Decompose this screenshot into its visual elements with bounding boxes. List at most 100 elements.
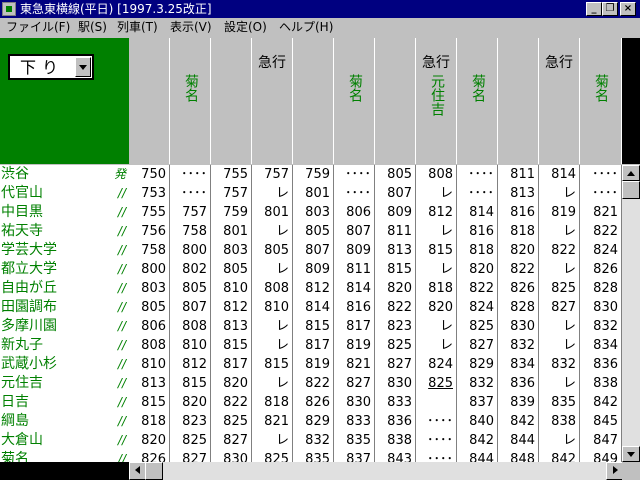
time-cell[interactable]: ････ — [334, 165, 374, 184]
time-cell[interactable]: 806 — [129, 317, 169, 336]
time-cell[interactable]: 832 — [457, 374, 497, 393]
time-cell[interactable]: レ — [416, 317, 456, 336]
time-cell[interactable]: 805 — [293, 222, 333, 241]
app-icon[interactable] — [2, 2, 16, 16]
time-cell[interactable]: 803 — [129, 279, 169, 298]
time-cell[interactable]: 818 — [457, 241, 497, 260]
train-header-column[interactable] — [293, 38, 334, 164]
time-cell[interactable]: 827 — [457, 336, 497, 355]
time-cell[interactable]: 801 — [211, 222, 251, 241]
time-cell[interactable]: 820 — [498, 241, 538, 260]
horizontal-scrollbar[interactable] — [129, 462, 624, 480]
time-cell[interactable]: 830 — [498, 317, 538, 336]
time-cell[interactable]: 759 — [211, 203, 251, 222]
time-cell[interactable]: 818 — [416, 279, 456, 298]
train-header-column[interactable] — [211, 38, 252, 164]
time-cell[interactable]: 826 — [129, 450, 169, 462]
time-cell[interactable]: 827 — [170, 450, 210, 462]
train-header-column[interactable]: 菊名 — [580, 38, 622, 164]
time-cell[interactable]: レ — [539, 184, 579, 203]
time-cell[interactable]: 827 — [211, 431, 251, 450]
time-cell[interactable]: 834 — [498, 355, 538, 374]
time-cell[interactable]: 828 — [580, 279, 621, 298]
time-cell[interactable]: 826 — [293, 393, 333, 412]
station-row[interactable]: 祐天寺 // — [0, 222, 129, 241]
menu-view[interactable]: 表示(V) — [170, 19, 212, 35]
time-cell[interactable]: 807 — [375, 184, 415, 203]
menu-settings[interactable]: 設定(O) — [224, 19, 267, 35]
time-cell[interactable]: 812 — [211, 298, 251, 317]
time-cell[interactable]: 812 — [170, 355, 210, 374]
time-cell[interactable]: 750 — [129, 165, 169, 184]
time-cell[interactable]: レ — [252, 431, 292, 450]
time-cell[interactable]: 818 — [252, 393, 292, 412]
time-cell[interactable]: 829 — [293, 412, 333, 431]
time-cell[interactable]: 822 — [457, 279, 497, 298]
scroll-down-button[interactable] — [622, 446, 640, 462]
time-cell[interactable]: 810 — [211, 279, 251, 298]
time-cell[interactable]: 825 — [457, 317, 497, 336]
time-cell[interactable] — [416, 393, 456, 412]
time-cell[interactable]: 845 — [580, 412, 621, 431]
vertical-scroll-thumb[interactable] — [622, 181, 640, 199]
time-cell[interactable]: 834 — [580, 336, 621, 355]
direction-select[interactable]: 下り — [8, 54, 94, 80]
time-cell[interactable]: 757 — [170, 203, 210, 222]
station-row[interactable]: 都立大学 // — [0, 260, 129, 279]
minimize-button[interactable]: _ — [586, 2, 602, 16]
time-cell[interactable]: 827 — [539, 298, 579, 317]
time-cell[interactable]: 836 — [498, 374, 538, 393]
train-header-column[interactable]: 急行 元住吉 — [416, 38, 457, 164]
time-cell[interactable]: ････ — [170, 184, 210, 203]
time-cell[interactable]: レ — [416, 260, 456, 279]
time-cell[interactable]: 840 — [457, 412, 497, 431]
time-cell[interactable]: 801 — [293, 184, 333, 203]
time-cell[interactable]: 844 — [457, 450, 497, 462]
time-cell[interactable]: 807 — [334, 222, 374, 241]
time-cell[interactable]: ････ — [170, 165, 210, 184]
station-row[interactable]: 武蔵小杉 // — [0, 355, 129, 374]
time-cell[interactable]: 825 — [416, 374, 456, 393]
time-cell[interactable]: 835 — [334, 431, 374, 450]
time-cell[interactable]: 800 — [129, 260, 169, 279]
time-cell[interactable]: 817 — [293, 336, 333, 355]
time-cell[interactable]: 815 — [375, 260, 415, 279]
station-row[interactable]: 日吉 // — [0, 393, 129, 412]
time-cell[interactable]: 819 — [293, 355, 333, 374]
time-cell[interactable]: 837 — [334, 450, 374, 462]
time-cell[interactable]: 832 — [293, 431, 333, 450]
time-cell[interactable]: 822 — [375, 298, 415, 317]
time-cell[interactable]: 815 — [129, 393, 169, 412]
time-cell[interactable]: 849 — [580, 450, 621, 462]
time-cell[interactable]: 829 — [457, 355, 497, 374]
time-cell[interactable]: レ — [252, 317, 292, 336]
time-cell[interactable]: 815 — [211, 336, 251, 355]
time-cell[interactable]: 847 — [580, 431, 621, 450]
time-cell[interactable]: 805 — [129, 298, 169, 317]
time-cell[interactable]: 755 — [211, 165, 251, 184]
time-cell[interactable]: レ — [416, 222, 456, 241]
menu-station[interactable]: 駅(S) — [78, 19, 107, 35]
time-cell[interactable]: 810 — [129, 355, 169, 374]
time-cell[interactable]: レ — [252, 184, 292, 203]
station-row[interactable]: 元住吉 // — [0, 374, 129, 393]
train-header-column[interactable]: 菊名 — [334, 38, 375, 164]
time-cell[interactable]: 822 — [580, 222, 621, 241]
time-cell[interactable]: 820 — [457, 260, 497, 279]
time-cell[interactable]: 828 — [498, 298, 538, 317]
horizontal-scroll-thumb[interactable] — [145, 462, 163, 480]
time-cell[interactable]: 817 — [334, 317, 374, 336]
time-cell[interactable]: 810 — [252, 298, 292, 317]
time-cell[interactable]: 813 — [129, 374, 169, 393]
time-cell[interactable]: 810 — [170, 336, 210, 355]
time-cell[interactable]: 800 — [170, 241, 210, 260]
time-cell[interactable]: 842 — [580, 393, 621, 412]
time-cell[interactable]: 821 — [334, 355, 374, 374]
station-row[interactable]: 新丸子 // — [0, 336, 129, 355]
station-row[interactable]: 代官山 // — [0, 184, 129, 203]
time-cell[interactable]: 842 — [539, 450, 579, 462]
time-cell[interactable]: 803 — [293, 203, 333, 222]
title-bar[interactable]: 東急東横線(平日) [1997.3.25改正] _ ❐ × — [0, 0, 640, 18]
station-row[interactable]: 自由が丘 // — [0, 279, 129, 298]
station-row[interactable]: 中目黒 // — [0, 203, 129, 222]
